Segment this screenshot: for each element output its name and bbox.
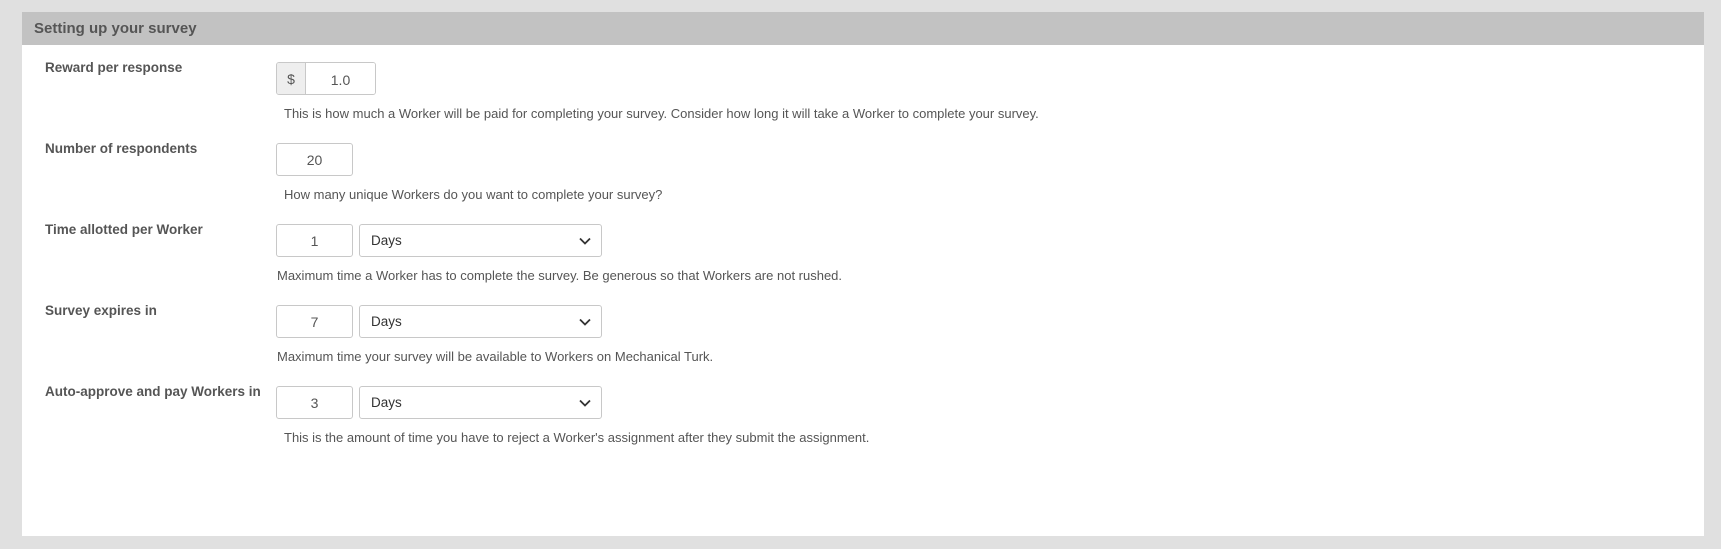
time-allotted-input[interactable] [276, 224, 353, 257]
auto-approve-label: Auto-approve and pay Workers in [45, 384, 261, 399]
expires-control: Days [276, 305, 602, 338]
time-allotted-unit-select[interactable]: Days [359, 224, 602, 257]
reward-control: $ [276, 62, 376, 95]
expires-label: Survey expires in [45, 303, 157, 318]
chevron-down-icon [579, 318, 591, 326]
auto-approve-unit-select[interactable]: Days [359, 386, 602, 419]
reward-input-group: $ [276, 62, 376, 95]
expires-unit-select[interactable]: Days [359, 305, 602, 338]
reward-input[interactable] [306, 63, 375, 94]
expires-unit-value: Days [371, 314, 402, 329]
time-allotted-help: Maximum time a Worker has to complete th… [277, 268, 843, 283]
time-allotted-control: Days [276, 224, 602, 257]
auto-approve-control: Days [276, 386, 602, 419]
panel-title: Setting up your survey [22, 12, 1704, 45]
respondents-input[interactable] [276, 143, 353, 176]
time-allotted-unit-value: Days [371, 233, 402, 248]
time-allotted-label: Time allotted per Worker [45, 222, 203, 237]
auto-approve-help: This is the amount of time you have to r… [284, 430, 870, 445]
currency-addon: $ [277, 63, 306, 94]
auto-approve-input[interactable] [276, 386, 353, 419]
chevron-down-icon [579, 399, 591, 407]
reward-label: Reward per response [45, 60, 183, 75]
respondents-control [276, 143, 353, 176]
respondents-help: How many unique Workers do you want to c… [284, 187, 663, 202]
auto-approve-unit-value: Days [371, 395, 402, 410]
respondents-label: Number of respondents [45, 141, 198, 156]
chevron-down-icon [579, 237, 591, 245]
survey-setup-panel: Setting up your survey Reward per respon… [22, 12, 1704, 536]
expires-help: Maximum time your survey will be availab… [277, 349, 714, 364]
expires-input[interactable] [276, 305, 353, 338]
reward-help: This is how much a Worker will be paid f… [284, 106, 1039, 121]
